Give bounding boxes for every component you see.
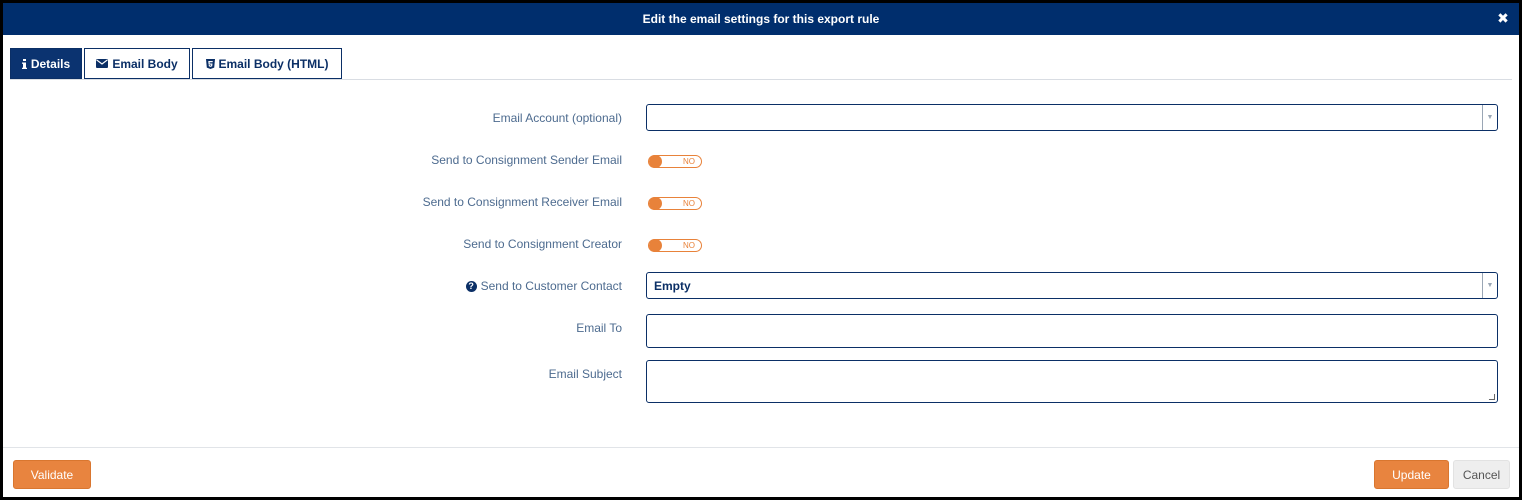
- question-circle-icon[interactable]: ?: [465, 280, 477, 292]
- sender-email-toggle[interactable]: NO: [648, 155, 702, 168]
- cancel-button[interactable]: Cancel: [1453, 460, 1510, 489]
- toggle-state: NO: [683, 199, 695, 208]
- validate-button[interactable]: Validate: [13, 460, 91, 489]
- email-account-select[interactable]: ▼: [646, 104, 1498, 131]
- close-icon[interactable]: ✖: [1496, 11, 1510, 25]
- html5-icon: [205, 58, 215, 69]
- toggle-knob: [649, 155, 662, 168]
- chevron-down-icon: ▼: [1482, 273, 1497, 298]
- customer-contact-label: ? Send to Customer Contact: [465, 279, 622, 293]
- export-rule-email-dialog: Edit the email settings for this export …: [0, 0, 1522, 500]
- receiver-email-toggle[interactable]: NO: [648, 197, 702, 210]
- tab-email-body[interactable]: Email Body: [84, 48, 190, 79]
- email-to-label: Email To: [576, 321, 622, 335]
- chevron-down-icon: ▼: [1482, 105, 1497, 130]
- footer-divider: [3, 447, 1519, 448]
- receiver-email-label: Send to Consignment Receiver Email: [422, 195, 622, 209]
- customer-contact-value: Empty: [654, 278, 691, 293]
- dialog-title: Edit the email settings for this export …: [642, 12, 880, 26]
- email-account-label: Email Account (optional): [492, 111, 622, 125]
- tab-label: Email Body (HTML): [218, 56, 329, 71]
- creator-toggle[interactable]: NO: [648, 239, 702, 252]
- resize-handle-icon[interactable]: [1488, 394, 1496, 400]
- dialog-titlebar: Edit the email settings for this export …: [3, 3, 1519, 35]
- email-to-input[interactable]: [646, 314, 1498, 348]
- tab-label: Details: [30, 56, 71, 71]
- toggle-state: NO: [683, 241, 695, 250]
- toggle-state: NO: [683, 157, 695, 166]
- tab-email-body-html[interactable]: Email Body (HTML): [192, 48, 342, 79]
- update-button[interactable]: Update: [1374, 460, 1449, 489]
- sender-email-label: Send to Consignment Sender Email: [431, 153, 622, 167]
- toggle-knob: [649, 239, 662, 252]
- tab-bar: Details Email Body Email Body (HTML): [10, 48, 344, 79]
- toggle-knob: [649, 197, 662, 210]
- tab-details[interactable]: Details: [10, 48, 82, 79]
- info-icon: [21, 58, 27, 69]
- tab-label: Email Body: [112, 56, 178, 71]
- customer-contact-select[interactable]: Empty ▼: [646, 272, 1498, 299]
- tab-divider: [10, 79, 1512, 80]
- envelope-icon: [96, 59, 109, 68]
- email-subject-textarea[interactable]: [646, 360, 1498, 403]
- email-subject-label: Email Subject: [548, 367, 622, 381]
- creator-label: Send to Consignment Creator: [463, 237, 622, 251]
